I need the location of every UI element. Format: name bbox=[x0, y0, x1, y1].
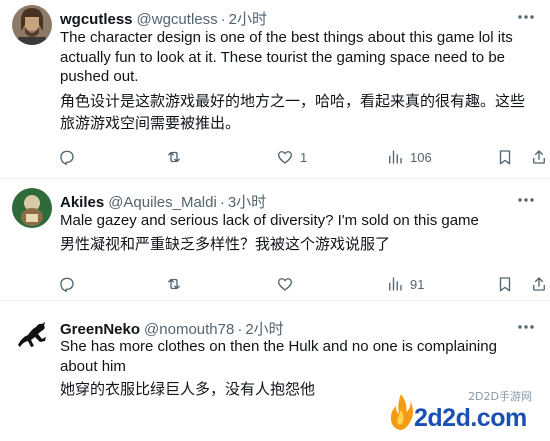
reply-icon bbox=[60, 150, 74, 166]
share-icon bbox=[533, 277, 545, 291]
view-count: 106 bbox=[410, 149, 432, 165]
tweet-text: The character design is one of the best … bbox=[60, 29, 513, 85]
timestamp[interactable]: 2小时 bbox=[229, 8, 267, 29]
tweet-translation: 男性凝视和严重缺乏多样性？我被这个游戏说服了 bbox=[60, 235, 391, 253]
share-button[interactable] bbox=[530, 147, 548, 167]
avatar[interactable] bbox=[12, 5, 52, 45]
timestamp[interactable]: 3小时 bbox=[228, 191, 266, 212]
author-name[interactable]: wgcutless bbox=[60, 11, 133, 28]
bookmark-icon bbox=[499, 277, 511, 292]
bookmark-button[interactable] bbox=[496, 147, 514, 167]
separator: · bbox=[220, 11, 226, 28]
flame-logo-icon bbox=[390, 394, 413, 430]
view-count: 91 bbox=[410, 276, 425, 292]
reply-button[interactable] bbox=[58, 147, 76, 167]
watermark: 2D2D手游网 2d2d.com bbox=[388, 388, 538, 438]
like-button[interactable] bbox=[276, 274, 300, 294]
tweet-text: Male gazey and serious lack of diversity… bbox=[60, 212, 479, 229]
share-button[interactable] bbox=[530, 274, 548, 294]
views-icon bbox=[389, 277, 402, 291]
views-icon bbox=[389, 150, 402, 164]
author-name[interactable]: GreenNeko bbox=[60, 321, 140, 338]
retweet-icon bbox=[168, 151, 180, 163]
views-button[interactable]: 91 bbox=[386, 274, 424, 294]
like-button[interactable]: 1 bbox=[276, 147, 307, 167]
tweet[interactable]: Akiles @Aquiles_Maldi · 3小时 Male gazey a… bbox=[0, 178, 550, 301]
author-handle[interactable]: @wgcutless bbox=[137, 11, 218, 28]
author-name[interactable]: Akiles bbox=[60, 194, 104, 211]
bookmark-button[interactable] bbox=[496, 274, 514, 294]
watermark-logo-text: 2d2d.com bbox=[414, 404, 527, 432]
tweet-actions: 91 bbox=[58, 274, 548, 294]
reply-button[interactable] bbox=[58, 274, 76, 294]
avatar[interactable] bbox=[12, 188, 52, 228]
author-handle[interactable]: @nomouth78 bbox=[144, 321, 234, 338]
timestamp[interactable]: 2小时 bbox=[245, 318, 283, 339]
more-icon[interactable] bbox=[514, 317, 538, 337]
retweet-icon bbox=[168, 278, 180, 290]
bookmark-icon bbox=[499, 150, 511, 165]
views-button[interactable]: 106 bbox=[386, 147, 432, 167]
like-icon bbox=[277, 278, 293, 291]
retweet-button[interactable] bbox=[165, 274, 183, 294]
retweet-button[interactable] bbox=[165, 147, 183, 167]
share-icon bbox=[533, 150, 545, 164]
separator: · bbox=[237, 321, 243, 338]
like-count: 1 bbox=[300, 149, 308, 165]
like-icon bbox=[277, 151, 293, 164]
more-icon[interactable] bbox=[514, 190, 538, 210]
tweet-actions: 1 106 bbox=[58, 147, 548, 167]
author-handle[interactable]: @Aquiles_Maldi bbox=[108, 194, 217, 211]
more-icon[interactable] bbox=[514, 7, 538, 27]
tweet[interactable]: wgcutless @wgcutless · 2小时 The character… bbox=[0, 0, 550, 178]
watermark-site-name: 2D2D手游网 bbox=[468, 390, 532, 403]
reply-icon bbox=[60, 277, 74, 293]
avatar[interactable] bbox=[12, 315, 52, 355]
tweet-text: She has more clothes on then the Hulk an… bbox=[60, 338, 497, 375]
tweet-translation: 角色设计是这款游戏最好的地方之一，哈哈，看起来真的很有趣。这些旅游游戏空间需要被… bbox=[60, 92, 526, 132]
separator: · bbox=[219, 194, 225, 211]
